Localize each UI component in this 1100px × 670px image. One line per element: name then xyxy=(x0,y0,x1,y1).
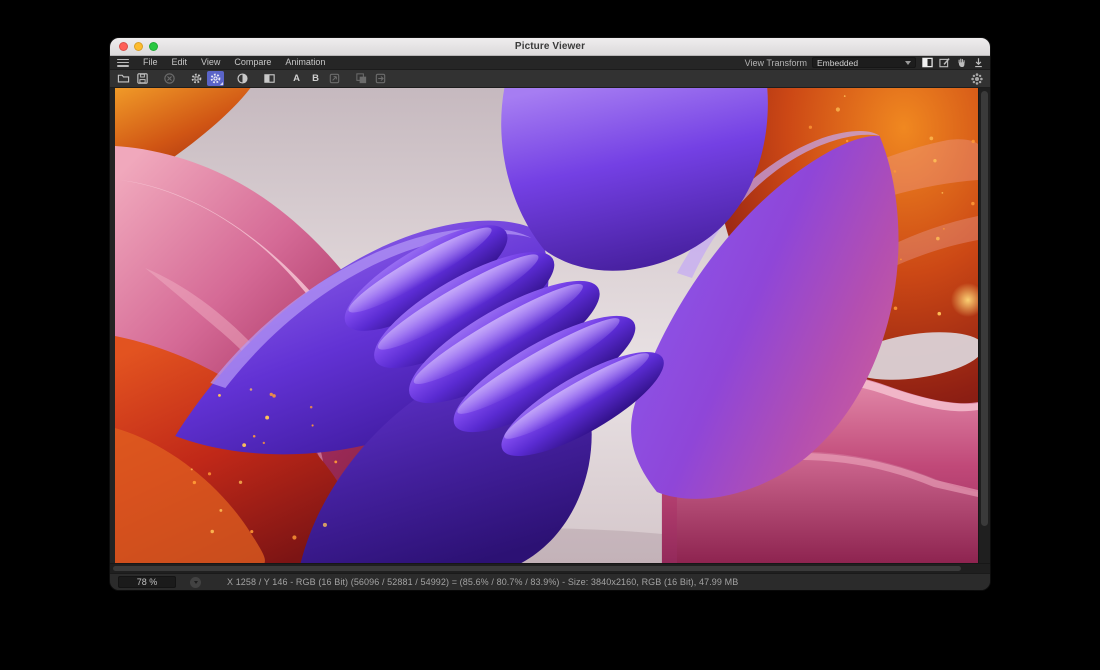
traffic-lights xyxy=(119,38,158,55)
b-label: B xyxy=(312,73,319,84)
render-queue-button[interactable] xyxy=(968,71,985,86)
chevron-down-icon xyxy=(905,61,911,65)
render-flower-icon xyxy=(970,72,984,86)
swap-ab-button xyxy=(326,71,343,86)
horizontal-scrollbar[interactable] xyxy=(110,563,990,573)
window-title: Picture Viewer xyxy=(515,41,585,52)
contrast-icon xyxy=(236,72,249,85)
close-traffic-icon[interactable] xyxy=(119,42,128,51)
duplicate-button xyxy=(353,71,370,86)
desktop: Picture Viewer File Edit View Compare An… xyxy=(0,0,1100,670)
statusbar: 78 % X 1258 / Y 146 - RGB (16 Bit) (5609… xyxy=(110,573,990,590)
hamburger-icon[interactable] xyxy=(116,58,130,68)
split-view-icon[interactable] xyxy=(921,57,933,69)
save-icon xyxy=(136,72,149,85)
vertical-scrollbar-thumb[interactable] xyxy=(981,91,988,526)
render-settings-button[interactable] xyxy=(188,71,205,86)
zoom-dropdown-icon xyxy=(194,581,198,584)
stop-render-icon xyxy=(163,72,176,85)
a-label: A xyxy=(293,73,300,84)
menubar: File Edit View Compare Animation View Tr… xyxy=(110,56,990,70)
rendered-image[interactable] xyxy=(115,88,978,563)
view-transform-label: View Transform xyxy=(745,58,807,68)
zoom-traffic-icon[interactable] xyxy=(149,42,158,51)
download-icon[interactable] xyxy=(972,57,984,69)
toolbar: A B xyxy=(110,70,990,88)
export-icon xyxy=(374,72,387,85)
menu-view[interactable]: View xyxy=(194,56,227,69)
compare-mode-button[interactable] xyxy=(234,71,251,86)
horizontal-scrollbar-thumb[interactable] xyxy=(113,566,961,571)
zoom-preset-button[interactable] xyxy=(190,577,201,588)
picture-viewer-window: Picture Viewer File Edit View Compare An… xyxy=(110,38,990,590)
export-button xyxy=(372,71,389,86)
ab-split-icon xyxy=(263,72,276,85)
swap-ab-icon xyxy=(328,72,341,85)
titlebar[interactable]: Picture Viewer xyxy=(110,38,990,56)
pixel-info-text: X 1258 / Y 146 - RGB (16 Bit) (56096 / 5… xyxy=(227,577,738,587)
folder-open-icon xyxy=(117,72,130,85)
render-gear-chip-icon xyxy=(190,72,203,85)
stop-render-button xyxy=(161,71,178,86)
edit-image-icon[interactable] xyxy=(938,57,950,69)
set-b-button[interactable]: B xyxy=(307,71,324,86)
set-a-button[interactable]: A xyxy=(288,71,305,86)
menu-edit[interactable]: Edit xyxy=(165,56,195,69)
vertical-scrollbar[interactable] xyxy=(978,88,990,563)
pan-hand-icon[interactable] xyxy=(955,57,967,69)
filter-button[interactable] xyxy=(207,71,224,86)
content-area xyxy=(110,88,990,563)
view-transform-select[interactable]: Embedded xyxy=(812,57,916,68)
duplicate-icon xyxy=(355,72,368,85)
ab-compare-button[interactable] xyxy=(261,71,278,86)
zoom-level-field[interactable]: 78 % xyxy=(118,576,176,588)
menu-file[interactable]: File xyxy=(136,56,165,69)
corner-caret-icon xyxy=(220,82,223,85)
abstract-render xyxy=(115,88,978,563)
menu-animation[interactable]: Animation xyxy=(278,56,332,69)
save-button[interactable] xyxy=(134,71,151,86)
menu-compare[interactable]: Compare xyxy=(227,56,278,69)
open-file-button[interactable] xyxy=(115,71,132,86)
minimize-traffic-icon[interactable] xyxy=(134,42,143,51)
view-transform-value: Embedded xyxy=(817,58,858,68)
